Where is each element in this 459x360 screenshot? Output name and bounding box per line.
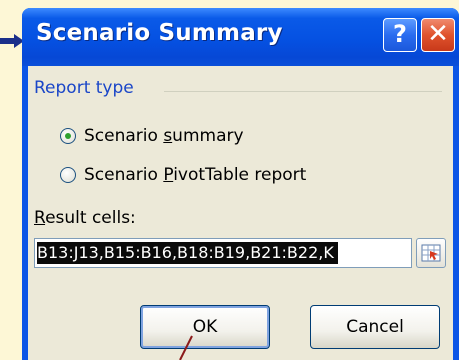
result-cells-value: B13:J13,B15:B16,B18:B19,B21:B22,K bbox=[37, 242, 338, 264]
title-bar[interactable]: Scenario Summary ? ✕ bbox=[22, 8, 459, 66]
result-cells-input[interactable]: B13:J13,B15:B16,B18:B19,B21:B22,K bbox=[34, 238, 412, 268]
result-cells-label: Result cells: bbox=[34, 208, 136, 228]
close-button[interactable]: ✕ bbox=[421, 18, 455, 52]
cancel-button[interactable]: Cancel bbox=[310, 305, 440, 349]
radio-scenario-pivottable[interactable]: Scenario PivotTable report bbox=[60, 165, 306, 185]
screenshot-stage: Scenario Summary ? ✕ Report type Scenari… bbox=[0, 0, 459, 360]
range-collapse-button[interactable] bbox=[416, 238, 446, 268]
group-divider bbox=[164, 91, 442, 92]
annotation-arrow-icon bbox=[0, 34, 24, 48]
radio-scenario-summary-label: Scenario summary bbox=[84, 126, 244, 146]
radio-checked-icon[interactable] bbox=[60, 128, 76, 144]
dialog-body: Report type Scenario summary Scenario Pi… bbox=[28, 66, 453, 360]
radio-scenario-summary[interactable]: Scenario summary bbox=[60, 126, 244, 146]
dialog-title: Scenario Summary bbox=[36, 20, 283, 46]
ok-button[interactable]: OK bbox=[140, 305, 270, 349]
help-button[interactable]: ? bbox=[383, 18, 417, 52]
range-selector-icon bbox=[421, 244, 441, 262]
report-type-group-label: Report type bbox=[34, 78, 142, 98]
radio-unchecked-icon[interactable] bbox=[60, 167, 76, 183]
scenario-summary-dialog: Scenario Summary ? ✕ Report type Scenari… bbox=[22, 8, 459, 360]
radio-scenario-pivottable-label: Scenario PivotTable report bbox=[84, 165, 307, 185]
